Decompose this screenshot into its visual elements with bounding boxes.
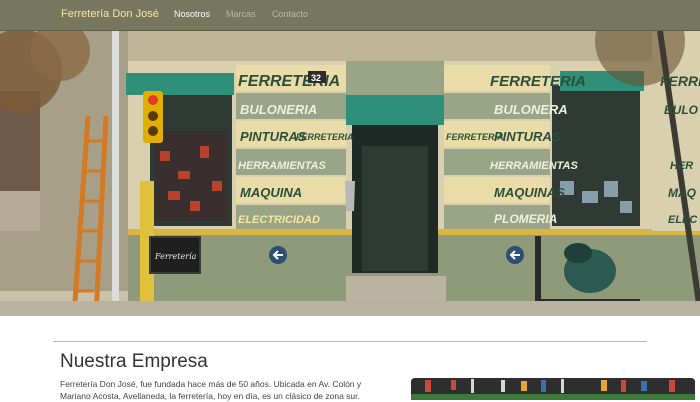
- nav-link-marcas[interactable]: Marcas: [226, 9, 256, 19]
- navbar: Ferretería Don José Nosotros Marcas Cont…: [0, 0, 700, 31]
- sign-ferreteria-right: FERRETERIA: [490, 73, 586, 90]
- sign-maquinas-right: MAQUINAS: [494, 185, 565, 200]
- section-title: Nuestra Empresa: [60, 351, 208, 372]
- sign-her-far: HER: [670, 160, 693, 172]
- sign-electricidad-left: ELECTRICIDAD: [238, 214, 320, 226]
- brand-link[interactable]: Ferretería Don José: [61, 8, 159, 20]
- sign-bulonera-right: BULONERA: [494, 102, 568, 117]
- sign-pinturas-right: PINTURAS: [494, 129, 561, 144]
- sign-maquina-left: MAQUINA: [240, 185, 302, 200]
- section-paragraph: Ferretería Don José, fue fundada hace má…: [60, 379, 362, 401]
- storefront-illustration: FERRETERIA BULONERIA PINTURAS FERRETERIA…: [0, 31, 700, 316]
- hero-image: FERRETERIA BULONERIA PINTURAS FERRETERIA…: [0, 31, 700, 316]
- tools-photo: [411, 378, 695, 400]
- chalkboard-text: Ferretería: [154, 252, 197, 261]
- nav-link-contacto[interactable]: Contacto: [272, 9, 308, 19]
- sign-elec-far: ELEC: [668, 214, 698, 226]
- sign-buloneria-left: BULONERIA: [240, 102, 317, 117]
- sign-maq-far: MAQ: [668, 186, 697, 200]
- section-divider: [53, 341, 647, 342]
- nav-link-nosotros[interactable]: Nosotros: [174, 9, 210, 19]
- sign-herramientas-right: HERRAMIENTAS: [490, 160, 578, 172]
- sign-herramientas-left: HERRAMIENTAS: [238, 160, 326, 172]
- sign-ferreteria-far: FERRETERIA: [660, 73, 700, 89]
- sign-ferreteria-small-left: FERRETERIA: [296, 132, 354, 142]
- door-number: 32: [311, 73, 321, 83]
- tools-photo-illustration: [411, 378, 695, 400]
- sign-plomeria-right: PLOMERIA: [494, 212, 557, 226]
- sign-bulo-far: BULO: [664, 103, 699, 117]
